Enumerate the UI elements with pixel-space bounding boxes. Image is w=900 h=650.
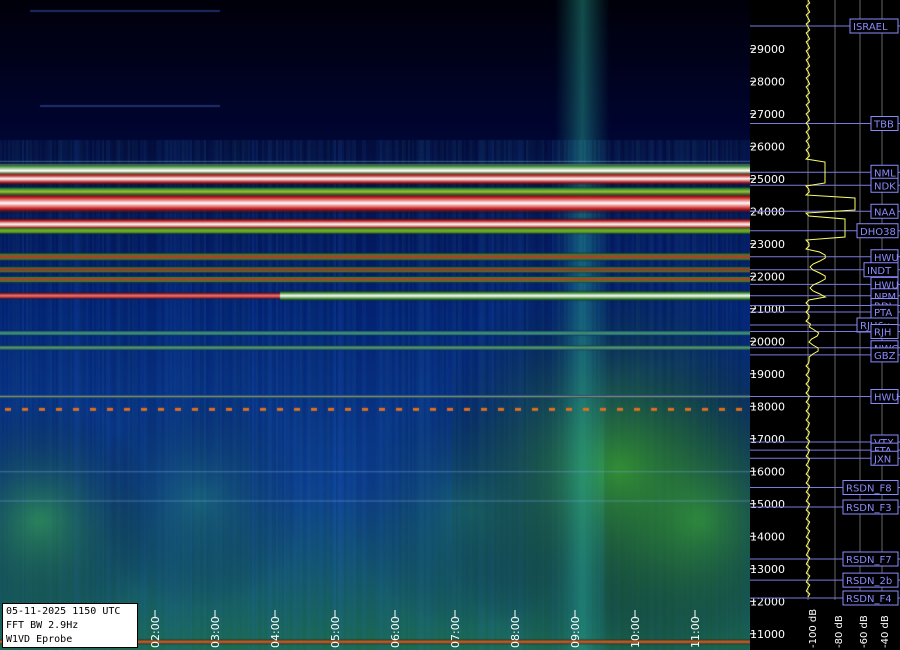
station-label: GBZ [874, 351, 896, 362]
frequency-tick-label: 27000 [750, 108, 785, 121]
station-label: JXN [873, 454, 891, 465]
frequency-tick-label: 29000 [750, 43, 785, 56]
frequency-tick-label: 17000 [750, 433, 785, 446]
station-label: NML [874, 168, 896, 179]
frequency-tick-label: 22000 [750, 270, 785, 283]
time-tick-label: 10:00 [629, 616, 642, 648]
time-tick-label: 09:00 [569, 616, 582, 648]
power-axis-label: -40 dB [880, 615, 891, 648]
waterfall-spectrogram [0, 0, 750, 650]
station-label: RSDN_F3 [846, 503, 892, 514]
station-label: RJH [874, 328, 891, 339]
frequency-tick-label: 12000 [750, 595, 785, 608]
station-label: DHO38 [860, 227, 896, 238]
frequency-scale-panel: 2900028000270002600025000240002300022000… [750, 0, 900, 650]
station-label: HWU [874, 393, 899, 404]
frequency-tick-label: 14000 [750, 530, 785, 543]
time-tick-label: 07:00 [449, 616, 462, 648]
station-label: INDT [867, 266, 892, 277]
station-label: RSDN_F4 [846, 594, 892, 605]
frequency-tick-label: 25000 [750, 173, 785, 186]
station-label: ISRAEL [853, 22, 888, 33]
time-tick-label: 02:00 [149, 616, 162, 648]
time-tick-label: 08:00 [509, 616, 522, 648]
frequency-tick-label: 26000 [750, 140, 785, 153]
station-label: NAA [874, 207, 896, 218]
power-axis-label: -80 dB [834, 615, 845, 648]
frequency-tick-label: 16000 [750, 465, 785, 478]
frequency-tick-label: 21000 [750, 303, 785, 316]
frequency-tick-label: 15000 [750, 498, 785, 511]
time-tick-label: 04:00 [269, 616, 282, 648]
info-station-name: W1VD Eprobe [6, 634, 73, 645]
frequency-tick-label: 28000 [750, 75, 785, 88]
station-label: HWU [874, 253, 899, 264]
station-label: RSDN_F7 [846, 555, 892, 566]
frequency-tick-label: 18000 [750, 400, 785, 413]
info-box: 05-11-2025 1150 UTC FFT BW 2.9Hz W1VD Ep… [2, 603, 138, 648]
info-date-time: 05-11-2025 1150 UTC [6, 606, 121, 617]
time-tick-label: 05:00 [329, 616, 342, 648]
station-label: RSDN_2b [846, 576, 892, 587]
spectrogram-display: 29000 28000 27000 26000 25000 24000 23000 22000… [0, 0, 900, 650]
station-label: NDK [874, 181, 896, 192]
frequency-tick-label: 20000 [750, 335, 785, 348]
frequency-tick-label: 13000 [750, 563, 785, 576]
station-label: RSDN_F8 [846, 484, 892, 495]
info-fft-bandwidth: FFT BW 2.9Hz [6, 620, 79, 631]
power-axis-label: -100 dB [808, 609, 819, 648]
frequency-tick-label: 19000 [750, 368, 785, 381]
frequency-tick-label: 23000 [750, 238, 785, 251]
frequency-tick-label: 11000 [750, 628, 785, 641]
time-tick-label: 11:00 [689, 616, 702, 648]
station-label: TBB [873, 120, 894, 131]
time-tick-label: 03:00 [209, 616, 222, 648]
station-label: PTA [874, 308, 892, 319]
time-tick-label: 06:00 [389, 616, 402, 648]
power-axis-label: -60 dB [859, 615, 870, 648]
